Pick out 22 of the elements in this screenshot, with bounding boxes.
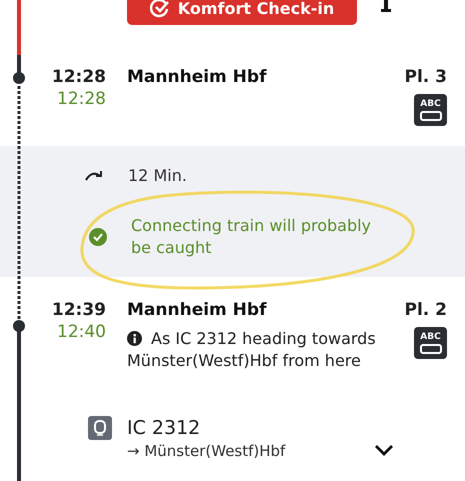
departure-time: 12:28	[50, 66, 106, 88]
station-name: Mannheim Hbf	[127, 299, 268, 321]
coach-sequence-button[interactable]: ABC	[414, 327, 447, 359]
actual-time: 12:40	[56, 321, 106, 344]
komfort-check-in-button[interactable]: Komfort Check-in	[127, 0, 357, 25]
connection-status: Connecting train will probably be caught	[131, 215, 372, 259]
platform-label: Pl. 3	[404, 66, 447, 88]
transfer-arrow-icon	[84, 170, 104, 182]
platform-label: Pl. 2	[404, 299, 447, 321]
train-icon	[88, 416, 112, 440]
transfer-duration: 12 Min.	[128, 166, 187, 185]
train-info-note: As IC 2312 heading towards Münster(Westf)Hbf from here	[127, 328, 377, 372]
arrival-time: 12:39	[50, 299, 106, 321]
coach-sequence-button[interactable]: ABC	[414, 94, 447, 126]
coach-icon	[420, 344, 442, 354]
station-name: Mannheim Hbf	[127, 66, 268, 88]
actual-time: 12:28	[56, 88, 106, 111]
train-name: IC 2312	[127, 416, 202, 440]
coach-icon	[420, 111, 442, 121]
check-icon	[150, 0, 170, 18]
chevron-down-icon[interactable]	[374, 444, 394, 456]
train-direction: → Münster(Westf)Hbf	[127, 441, 286, 462]
